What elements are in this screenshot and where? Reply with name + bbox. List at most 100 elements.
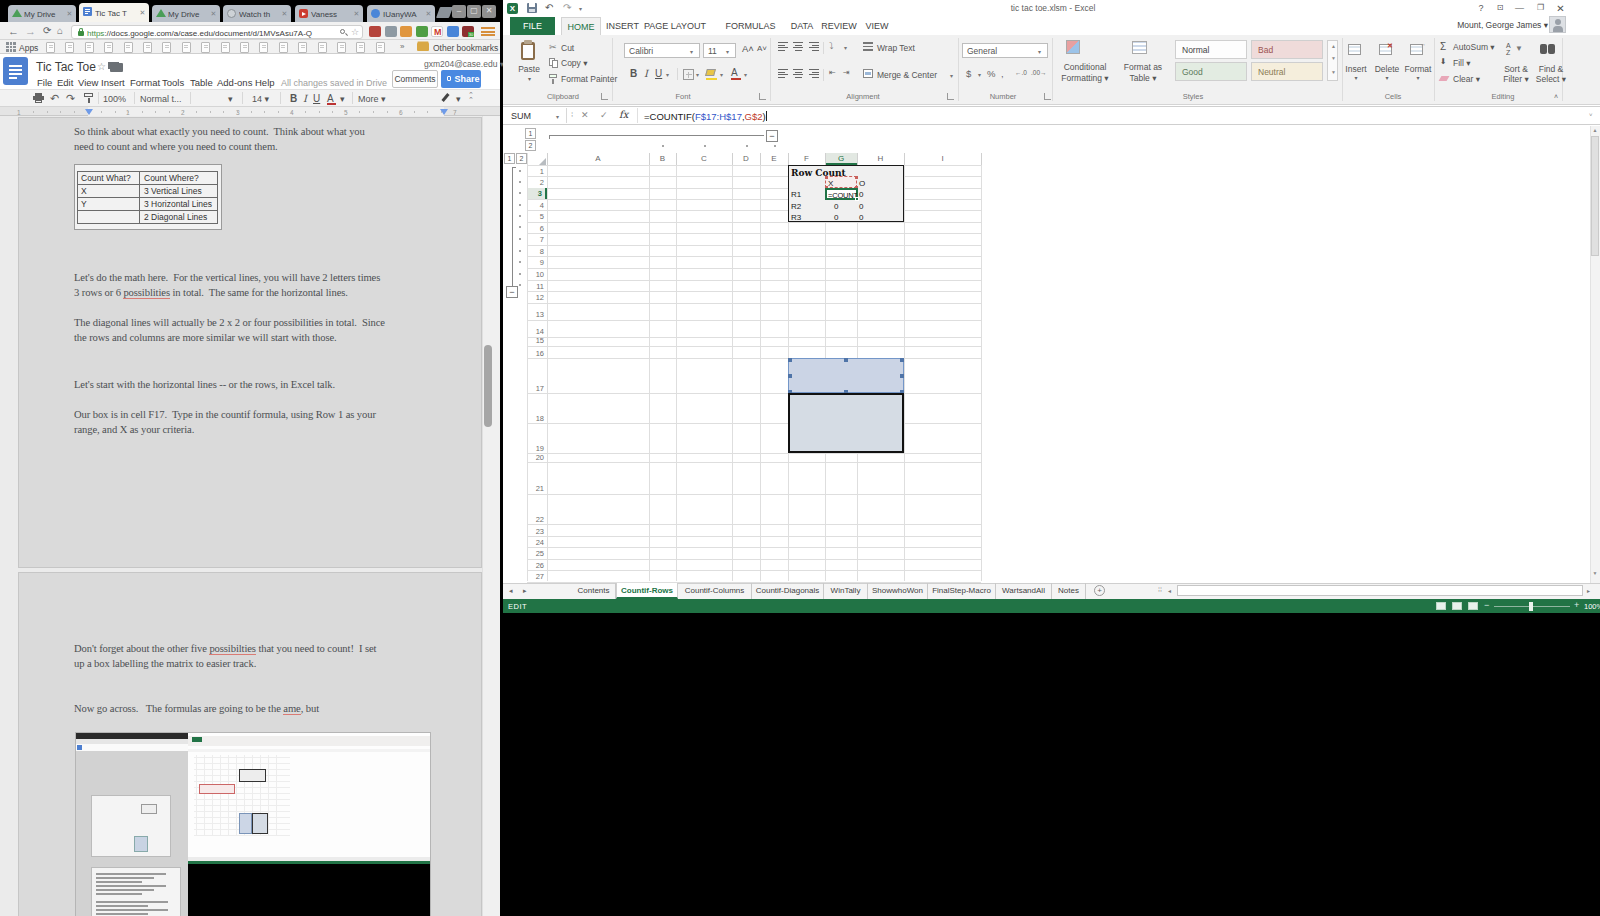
row-header-18[interactable]: 18 <box>527 393 547 423</box>
docs-menu-edit[interactable]: Edit <box>57 77 73 88</box>
ribbon-tab-review[interactable]: REVIEW <box>815 17 863 35</box>
font-size-select[interactable]: 11▾ <box>703 43 736 58</box>
style-neutral[interactable]: Neutral <box>1251 62 1323 81</box>
edit-mode-icon[interactable] <box>442 92 454 104</box>
comments-button[interactable]: Comments <box>392 70 438 88</box>
styles-gallery-scroll[interactable]: ▲▼▼ <box>1327 40 1338 81</box>
row-header-17[interactable]: 17 <box>527 358 547 393</box>
outline-row-level-1[interactable]: 1 <box>504 153 515 164</box>
undo-icon[interactable]: ↶ <box>50 92 62 104</box>
col-header-E[interactable]: E <box>760 153 788 165</box>
maximize-button[interactable]: ▢ <box>467 5 481 18</box>
bookmark-icon[interactable] <box>46 42 55 53</box>
zoom-out-icon[interactable]: − <box>1484 600 1492 610</box>
bookmark-icon[interactable] <box>65 42 74 53</box>
decrease-decimal-icon[interactable]: .00→ <box>1031 69 1045 80</box>
merge-center-icon[interactable] <box>863 69 874 80</box>
font-select[interactable]: ▾ <box>228 94 238 104</box>
align-icon[interactable] <box>778 42 789 52</box>
orientation-icon[interactable]: ⤵ <box>829 41 843 53</box>
align-icon[interactable] <box>808 42 819 52</box>
new-sheet-icon[interactable]: + <box>1094 585 1105 596</box>
bookmark-icon[interactable] <box>201 42 210 53</box>
comma-icon[interactable]: , <box>1001 68 1009 80</box>
bookmark-icon[interactable] <box>85 42 94 53</box>
clear-label[interactable]: Clear ▾ <box>1453 74 1493 83</box>
excel-vscrollbar-thumb[interactable] <box>1591 136 1599 256</box>
extension-icon[interactable]: M <box>431 26 443 37</box>
col-header-C[interactable]: C <box>676 153 732 165</box>
delete-cells-icon[interactable]: ✕ <box>1379 42 1395 56</box>
docs-menu-file[interactable]: File <box>37 77 52 88</box>
sheet-tab-finalstep-macro[interactable]: FinalStep-Macro <box>928 583 996 599</box>
outline-collapse-button[interactable]: − <box>766 130 778 142</box>
ribbon-tab-formulas[interactable]: FORMULAS <box>722 17 779 35</box>
row-header-26[interactable]: 26 <box>527 559 547 571</box>
sheet-tab-notes[interactable]: Notes <box>1052 583 1086 599</box>
ribbon-tab-view[interactable]: VIEW <box>858 17 896 35</box>
fill-label[interactable]: Fill ▾ <box>1453 58 1493 67</box>
row-header-13[interactable]: 13 <box>527 303 547 320</box>
format-table-label[interactable]: Format as <box>1116 62 1170 71</box>
tab-close-icon[interactable]: ✕ <box>353 10 360 17</box>
docs-menu-tools[interactable]: Tools <box>162 77 184 88</box>
hscroll-right-icon[interactable]: ▸ <box>1587 587 1594 595</box>
save-icon[interactable] <box>527 3 537 13</box>
extension-icon[interactable] <box>369 26 381 37</box>
bookmark-icon[interactable] <box>259 42 268 53</box>
clear-icon[interactable] <box>1440 73 1451 84</box>
sheet-tab-showwhowon[interactable]: ShowwhoWon <box>868 583 928 599</box>
sheet-nav-left-icon[interactable]: ◂ <box>509 587 517 595</box>
insert-cells-icon[interactable] <box>1348 42 1364 56</box>
row-header-23[interactable]: 23 <box>527 524 547 536</box>
menu-icon[interactable] <box>481 25 495 37</box>
ribbon-tab-data[interactable]: DATA <box>786 17 818 35</box>
cut-icon[interactable]: ✂ <box>549 42 559 52</box>
doc-scrollbar[interactable] <box>482 116 500 916</box>
increase-decimal-icon[interactable]: ←.0 <box>1015 69 1029 80</box>
normal-view-icon[interactable] <box>1436 602 1446 610</box>
collapse-ribbon-icon[interactable]: ˄ <box>1554 93 1564 101</box>
row-header-2[interactable]: 2 <box>527 176 547 187</box>
row-header-8[interactable]: 8 <box>527 245 547 257</box>
underline-button[interactable]: U <box>313 93 322 104</box>
find-select-label[interactable]: Find & <box>1533 64 1569 73</box>
col-header-A[interactable]: A <box>547 153 649 165</box>
conditional-formatting-label[interactable]: Conditional <box>1050 62 1120 71</box>
text-color-button[interactable]: A <box>327 93 337 104</box>
hscroll-left-icon[interactable]: ◂ <box>1168 587 1175 595</box>
row-header-4[interactable]: 4 <box>527 199 547 210</box>
insert-function-icon[interactable]: fx <box>619 109 633 121</box>
home-icon[interactable]: ⌂ <box>57 25 69 37</box>
dialog-launcher-icon[interactable] <box>601 93 608 100</box>
bookmark-icon[interactable] <box>182 42 191 53</box>
account-email[interactable]: gxm204@case.edu ▾ <box>424 59 494 69</box>
browser-tab[interactable]: Vaness✕ <box>295 5 363 22</box>
row-header-15[interactable]: 15 <box>527 337 547 346</box>
page-break-view-icon[interactable] <box>1468 602 1478 610</box>
row-header-27[interactable]: 27 <box>527 570 547 582</box>
bookmark-icon[interactable] <box>143 42 152 53</box>
paste-button[interactable]: Paste▾ <box>514 40 544 89</box>
browser-tab[interactable]: My Drive✕ <box>152 5 220 22</box>
star-icon[interactable]: ☆ <box>97 61 108 72</box>
wrap-text-icon[interactable] <box>863 42 874 53</box>
minimize-button[interactable]: — <box>1513 3 1526 14</box>
scroll-up-icon[interactable]: ▲ <box>1591 128 1599 133</box>
formula-text[interactable]: =COUNTIF(F$17:H$17,G$2) <box>644 111 1344 122</box>
decrease-indent-icon[interactable]: ⇤ <box>829 68 841 79</box>
ribbon-options-icon[interactable]: ⊡ <box>1494 3 1506 14</box>
ribbon-tab-page-layout[interactable]: PAGE LAYOUT <box>634 17 716 35</box>
bold-button[interactable]: B <box>630 68 639 80</box>
autosum-icon[interactable]: Σ <box>1440 41 1451 52</box>
row-header-10[interactable]: 10 <box>527 268 547 280</box>
restore-button[interactable]: ❐ <box>1534 3 1547 14</box>
sheet-tab-countif-columns[interactable]: Countif-Columns <box>678 583 752 599</box>
format-cells-icon[interactable]: ↔ <box>1410 42 1426 56</box>
docs-menu-help[interactable]: Help <box>255 77 275 88</box>
cut-label[interactable]: Cut <box>561 43 591 52</box>
browser-tab[interactable]: My Drive✕ <box>8 5 76 22</box>
col-header-I[interactable]: I <box>904 153 981 165</box>
search-icon[interactable] <box>339 28 348 37</box>
more-button[interactable]: More ▾ <box>358 94 394 104</box>
